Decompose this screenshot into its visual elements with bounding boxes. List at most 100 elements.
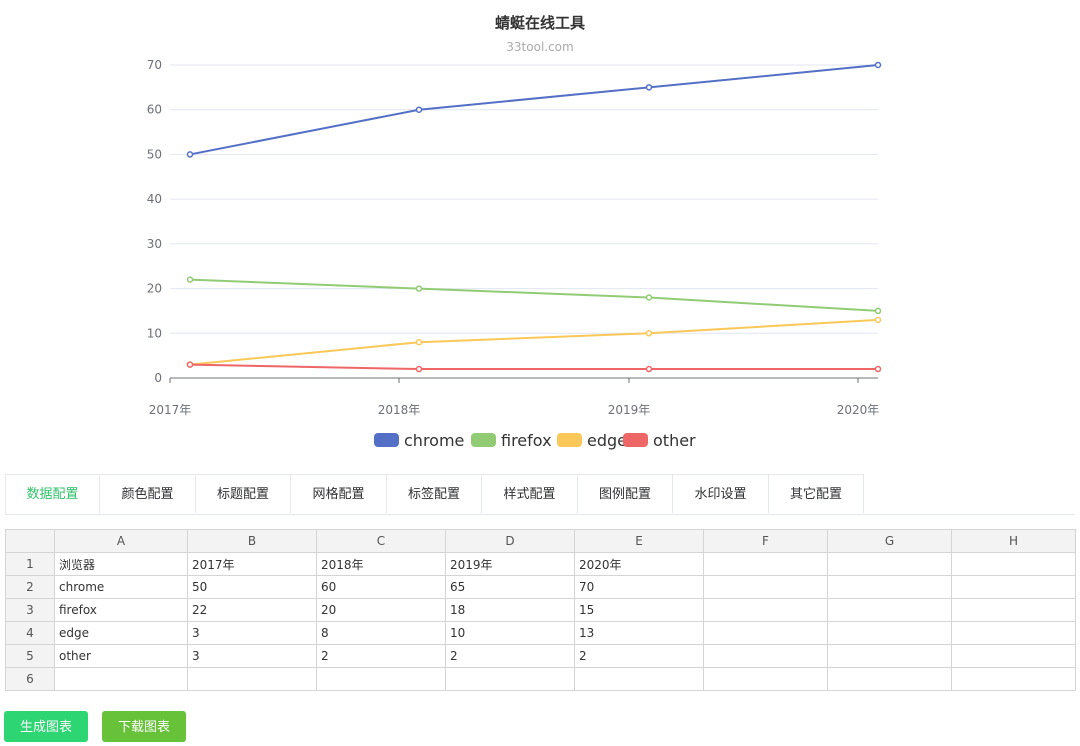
- table-cell[interactable]: 3: [187, 644, 317, 668]
- column-header[interactable]: C: [316, 529, 446, 553]
- table-cell[interactable]: [703, 575, 828, 599]
- table-cell[interactable]: 50: [187, 575, 317, 599]
- table-cell[interactable]: [951, 644, 1076, 668]
- tab-5[interactable]: 标签配置: [387, 474, 482, 513]
- table-cell[interactable]: chrome: [54, 575, 188, 599]
- table-cell[interactable]: [54, 667, 188, 691]
- legend-label-firefox[interactable]: firefox: [501, 431, 552, 450]
- y-tick-label: 20: [147, 282, 162, 296]
- table-cell[interactable]: 8: [316, 621, 446, 645]
- tab-8[interactable]: 水印设置: [673, 474, 769, 513]
- table-cell[interactable]: [827, 644, 952, 668]
- download-chart-button[interactable]: 下载图表: [102, 711, 187, 742]
- table-cell[interactable]: 22: [187, 598, 317, 622]
- table-cell[interactable]: [827, 621, 952, 645]
- table-cell[interactable]: 2018年: [316, 552, 446, 576]
- y-tick-label: 10: [147, 326, 162, 340]
- table-cell[interactable]: 2: [445, 644, 575, 668]
- table-cell[interactable]: 10: [445, 621, 575, 645]
- data-point-other: [186, 361, 194, 368]
- data-point-edge: [874, 316, 882, 324]
- table-cell[interactable]: [827, 598, 952, 622]
- table-cell[interactable]: 60: [316, 575, 446, 599]
- tab-3[interactable]: 标题配置: [196, 474, 291, 513]
- y-tick-label: 30: [147, 237, 162, 251]
- table-cell[interactable]: 3: [187, 621, 317, 645]
- column-header[interactable]: A: [54, 529, 188, 553]
- table-cell[interactable]: 15: [574, 598, 704, 622]
- table-cell[interactable]: [951, 667, 1076, 691]
- column-header[interactable]: B: [187, 529, 317, 553]
- row-header[interactable]: 6: [5, 667, 55, 691]
- table-cell[interactable]: [703, 598, 828, 622]
- tab-9[interactable]: 其它配置: [769, 474, 864, 513]
- table-cell[interactable]: 2019年: [445, 552, 575, 576]
- table-cell[interactable]: 2: [316, 644, 446, 668]
- table-cell[interactable]: 2017年: [187, 552, 317, 576]
- chart-title: 蜻蜓在线工具: [495, 14, 585, 32]
- table-cell[interactable]: 70: [574, 575, 704, 599]
- table-cell[interactable]: firefox: [54, 598, 188, 622]
- table-cell[interactable]: 2: [574, 644, 704, 668]
- table-cell[interactable]: [827, 552, 952, 576]
- series-line-firefox: [189, 278, 879, 312]
- legend-label-edge[interactable]: edge: [587, 431, 627, 450]
- table-cell[interactable]: [951, 598, 1076, 622]
- legend-swatch-chrome[interactable]: [374, 433, 399, 447]
- legend-swatch-other[interactable]: [623, 433, 648, 447]
- table-cell[interactable]: [951, 552, 1076, 576]
- table-cell[interactable]: [316, 667, 446, 691]
- table-cell[interactable]: [703, 667, 828, 691]
- column-header[interactable]: F: [703, 529, 828, 553]
- row-header[interactable]: 1: [5, 552, 55, 576]
- table-cell[interactable]: [951, 621, 1076, 645]
- data-point-other: [645, 365, 653, 373]
- data-point-firefox: [415, 285, 423, 292]
- row-header[interactable]: 4: [5, 621, 55, 645]
- column-header[interactable]: H: [951, 529, 1076, 553]
- x-tick-label: 2019年: [608, 403, 651, 417]
- chart-subtitle: 33tool.com: [506, 40, 573, 54]
- table-cell[interactable]: 18: [445, 598, 575, 622]
- table-cell[interactable]: 20: [316, 598, 446, 622]
- table-cell[interactable]: [187, 667, 317, 691]
- tab-7[interactable]: 图例配置: [578, 474, 673, 513]
- corner-cell[interactable]: [5, 529, 55, 553]
- tab-1[interactable]: 数据配置: [5, 474, 100, 514]
- table-cell[interactable]: [951, 575, 1076, 599]
- table-cell[interactable]: [827, 575, 952, 599]
- tab-2[interactable]: 颜色配置: [100, 474, 196, 513]
- table-cell[interactable]: [827, 667, 952, 691]
- column-header[interactable]: D: [445, 529, 575, 553]
- generate-chart-button[interactable]: 生成图表: [4, 711, 89, 742]
- table-cell[interactable]: 2020年: [574, 552, 704, 576]
- axes: 0 10 20 30 40 50 60 70 2017年 2018年 2019年 2020年: [147, 58, 880, 417]
- table-cell[interactable]: 65: [445, 575, 575, 599]
- legend-label-chrome[interactable]: chrome: [404, 431, 464, 450]
- legend-swatch-firefox[interactable]: [471, 433, 496, 447]
- table-cell[interactable]: 13: [574, 621, 704, 645]
- table-cell[interactable]: edge: [54, 621, 188, 645]
- table-cell[interactable]: [703, 552, 828, 576]
- legend-swatch-edge[interactable]: [557, 433, 582, 447]
- column-header[interactable]: E: [574, 529, 704, 553]
- tab-4[interactable]: 网格配置: [291, 474, 387, 513]
- row-header[interactable]: 5: [5, 644, 55, 668]
- table-cell[interactable]: [703, 621, 828, 645]
- row-header[interactable]: 2: [5, 575, 55, 599]
- legend[interactable]: chrome firefox edge other: [374, 431, 696, 450]
- table-cell[interactable]: other: [54, 644, 188, 668]
- data-point-edge: [415, 338, 423, 346]
- column-header[interactable]: G: [827, 529, 952, 553]
- data-point-other: [874, 365, 882, 373]
- table-cell[interactable]: [703, 644, 828, 668]
- table-cell[interactable]: [445, 667, 575, 691]
- series-line-other: [189, 363, 878, 371]
- data-spreadsheet[interactable]: ABCDEFGH 1 浏览器 2017年 2018年 2019年 2020年 2 chrome…: [5, 529, 1076, 691]
- table-cell[interactable]: [574, 667, 704, 691]
- table-row: 1 浏览器 2017年 2018年 2019年 2020年: [5, 552, 1076, 576]
- row-header[interactable]: 3: [5, 598, 55, 622]
- legend-label-other[interactable]: other: [653, 431, 696, 450]
- table-cell[interactable]: 浏览器: [54, 552, 188, 576]
- tab-6[interactable]: 样式配置: [482, 474, 578, 513]
